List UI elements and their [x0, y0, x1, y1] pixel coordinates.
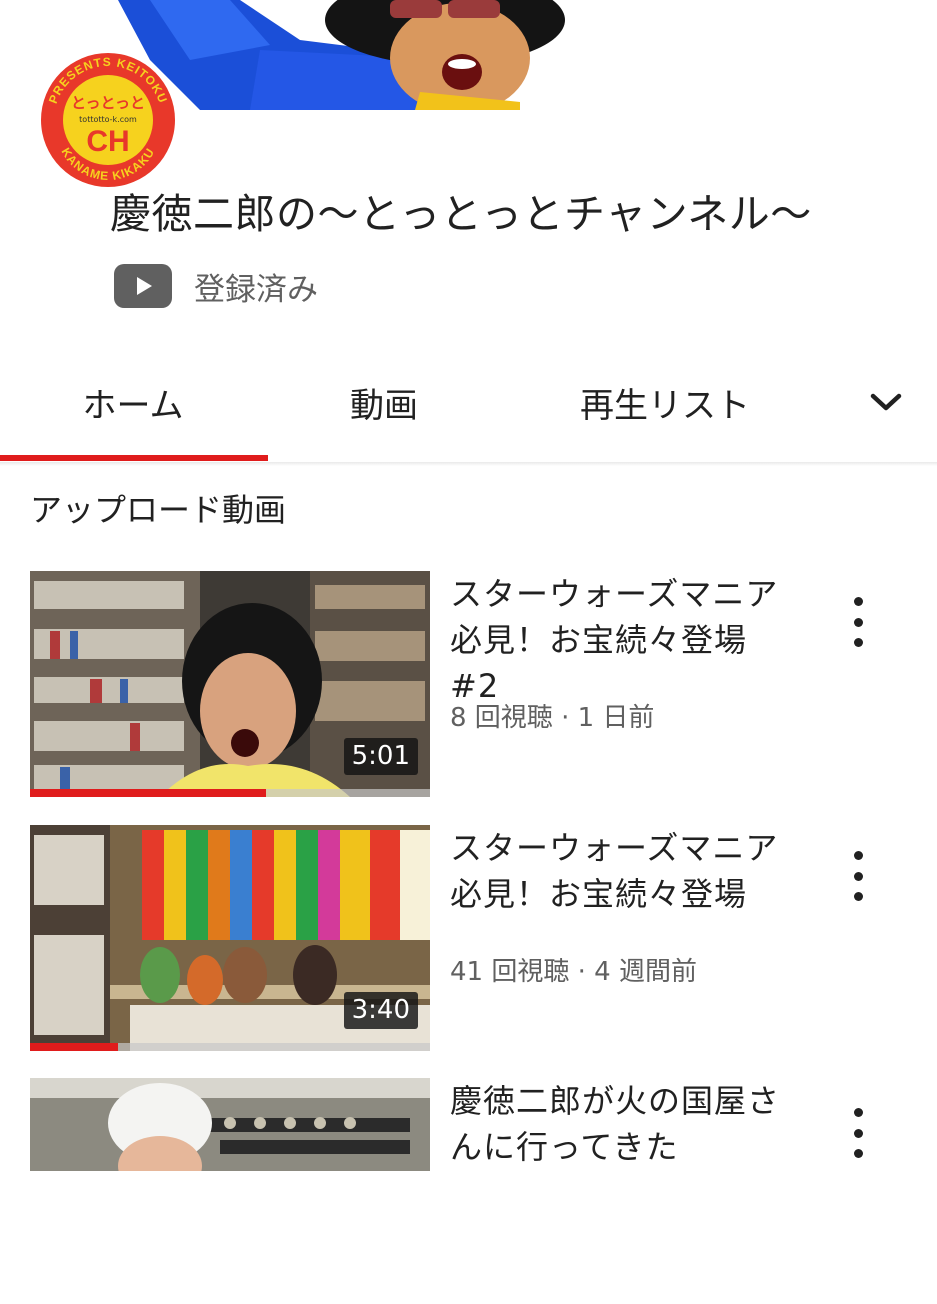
section-title: アップロード動画 — [30, 491, 287, 529]
watch-progress-fill — [30, 1043, 118, 1051]
channel-logo[interactable]: PRESENTS KEITOKU KANAME KIKAKU とっとっと tot… — [38, 50, 178, 190]
video-item[interactable]: 慶徳二郎が火の国屋さんに行ってきた — [0, 1078, 937, 1304]
video-title[interactable]: スターウォーズマニア必見！お宝続々登場 — [450, 825, 790, 917]
logo-ch: CH — [86, 125, 129, 158]
watch-progress-track — [30, 789, 430, 797]
video-thumbnail[interactable]: 3:40 — [30, 825, 430, 1051]
video-meta: 8 回視聴 · 1 日前 — [450, 703, 655, 733]
tab-selected-indicator — [0, 455, 268, 461]
video-title[interactable]: 慶徳二郎が火の国屋さんに行ってきた — [450, 1078, 790, 1170]
video-thumbnail[interactable] — [30, 1078, 430, 1171]
channel-title: 慶徳二郎の〜とっとっとチャンネル〜 — [110, 190, 812, 238]
tab-home[interactable]: ホーム — [0, 352, 266, 452]
video-item[interactable]: 3:40 スターウォーズマニア必見！お宝続々登場 41 回視聴 · 4 週間前 — [0, 825, 937, 1051]
channel-tabs: ホーム 動画 再生リスト — [0, 352, 937, 464]
more-options-icon[interactable] — [838, 597, 878, 647]
subscribed-label: 登録済み — [194, 271, 318, 308]
video-duration: 3:40 — [343, 992, 418, 1029]
thumbnail-image — [30, 1078, 430, 1171]
video-meta: 41 回視聴 · 4 週間前 — [450, 957, 697, 987]
video-title[interactable]: スターウォーズマニア必見！お宝続々登場#2 — [450, 571, 790, 709]
watch-progress-fill — [30, 789, 266, 797]
tab-videos[interactable]: 動画 — [266, 352, 502, 452]
youtube-play-icon — [114, 264, 172, 308]
more-options-icon[interactable] — [838, 851, 878, 901]
logo-name: とっとっと — [71, 94, 145, 112]
video-item[interactable]: 5:01 スターウォーズマニア必見！お宝続々登場#2 8 回視聴 · 1 日前 — [0, 571, 937, 797]
watch-progress-track — [30, 1043, 430, 1051]
tab-playlists[interactable]: 再生リスト — [502, 352, 828, 452]
more-options-icon[interactable] — [838, 1108, 878, 1158]
logo-url: tottotto-k.com — [79, 115, 137, 124]
video-duration: 5:01 — [343, 738, 418, 775]
chevron-down-icon — [870, 393, 902, 411]
tabs-divider — [0, 462, 937, 466]
video-thumbnail[interactable]: 5:01 — [30, 571, 430, 797]
tabs-more-button[interactable] — [850, 352, 922, 452]
subscribe-status[interactable]: 登録済み — [114, 262, 318, 310]
